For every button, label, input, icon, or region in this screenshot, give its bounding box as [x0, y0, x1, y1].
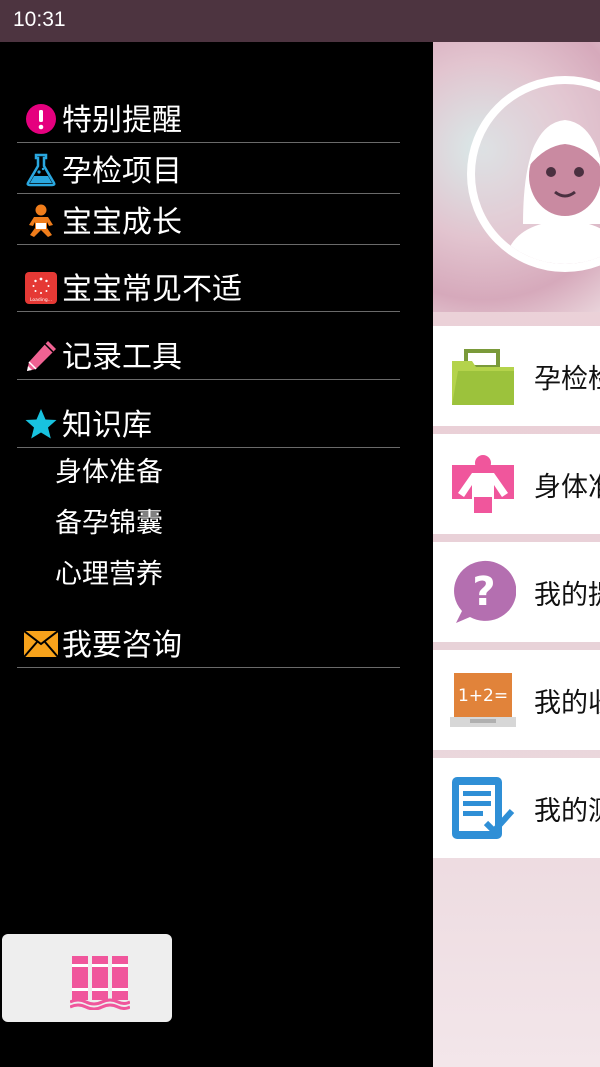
menu-label: 我要咨询	[62, 628, 182, 663]
menu-label: 记录工具	[62, 340, 182, 375]
menu-item-consultation[interactable]: 我要咨询	[17, 607, 400, 668]
bottom-tab-bar[interactable]	[2, 934, 172, 1022]
calculator-board-icon: 1+2=	[448, 665, 518, 735]
baby-icon	[24, 204, 58, 238]
submenu-item-body-preparation[interactable]: 身体准备	[55, 456, 163, 490]
star-icon	[24, 407, 58, 441]
menu-label: 宝宝成长	[62, 205, 182, 240]
menu-label: 孕检项目	[62, 154, 182, 189]
menu-item-baby-growth[interactable]: 宝宝成长	[17, 202, 400, 245]
flask-icon	[24, 153, 58, 187]
submenu-item-pregnancy-tips[interactable]: 备孕锦囊	[55, 507, 163, 541]
books-icon	[69, 952, 131, 1014]
status-time: 10:31	[13, 8, 66, 31]
question-icon: ?	[448, 557, 518, 627]
envelope-icon	[24, 627, 58, 661]
avatar[interactable]	[467, 76, 600, 272]
checklist-icon	[448, 773, 518, 843]
card-my-questions[interactable]: ? 我的提	[433, 542, 600, 642]
card-pregnancy-checkup[interactable]: 孕检检	[433, 326, 600, 426]
card-my-tests[interactable]: 我的测	[433, 758, 600, 858]
main-content-panel: 孕检检 身体准 ? 我的提 1+2= 我的收 我的测	[433, 42, 600, 1067]
navigation-drawer: 特别提醒 孕检项目 宝宝成长 Loading... 宝宝常见不适 记录工具 知识…	[0, 42, 433, 1067]
pencil-icon	[24, 339, 58, 373]
menu-label: 知识库	[62, 408, 152, 443]
card-label: 身体准	[534, 471, 600, 503]
card-label: 孕检检	[534, 363, 600, 395]
alert-icon	[24, 102, 58, 136]
svg-text:?: ?	[472, 569, 495, 615]
card-label: 我的提	[534, 579, 600, 611]
folder-icon	[448, 341, 518, 411]
menu-label: 宝宝常见不适	[62, 272, 242, 307]
menu-item-record-tools[interactable]: 记录工具	[17, 320, 400, 380]
loading-text: Loading...	[30, 297, 52, 303]
header-background	[433, 42, 600, 312]
menu-item-special-reminder[interactable]: 特别提醒	[17, 100, 400, 143]
status-bar: 10:31	[0, 0, 600, 42]
card-body-preparation[interactable]: 身体准	[433, 434, 600, 534]
menu-label: 特别提醒	[62, 103, 182, 138]
menu-item-baby-discomfort[interactable]: Loading... 宝宝常见不适	[17, 253, 400, 312]
card-label: 我的测	[534, 795, 600, 827]
body-icon	[448, 449, 518, 519]
menu-item-pregnancy-checkup[interactable]: 孕检项目	[17, 151, 400, 194]
submenu-item-mental-nutrition[interactable]: 心理营养	[55, 558, 163, 592]
card-label: 我的收	[534, 687, 600, 719]
loading-icon: Loading...	[24, 271, 58, 305]
card-my-collection[interactable]: 1+2= 我的收	[433, 650, 600, 750]
menu-item-knowledge-base[interactable]: 知识库	[17, 388, 400, 448]
math-text: 1+2=	[458, 686, 508, 706]
